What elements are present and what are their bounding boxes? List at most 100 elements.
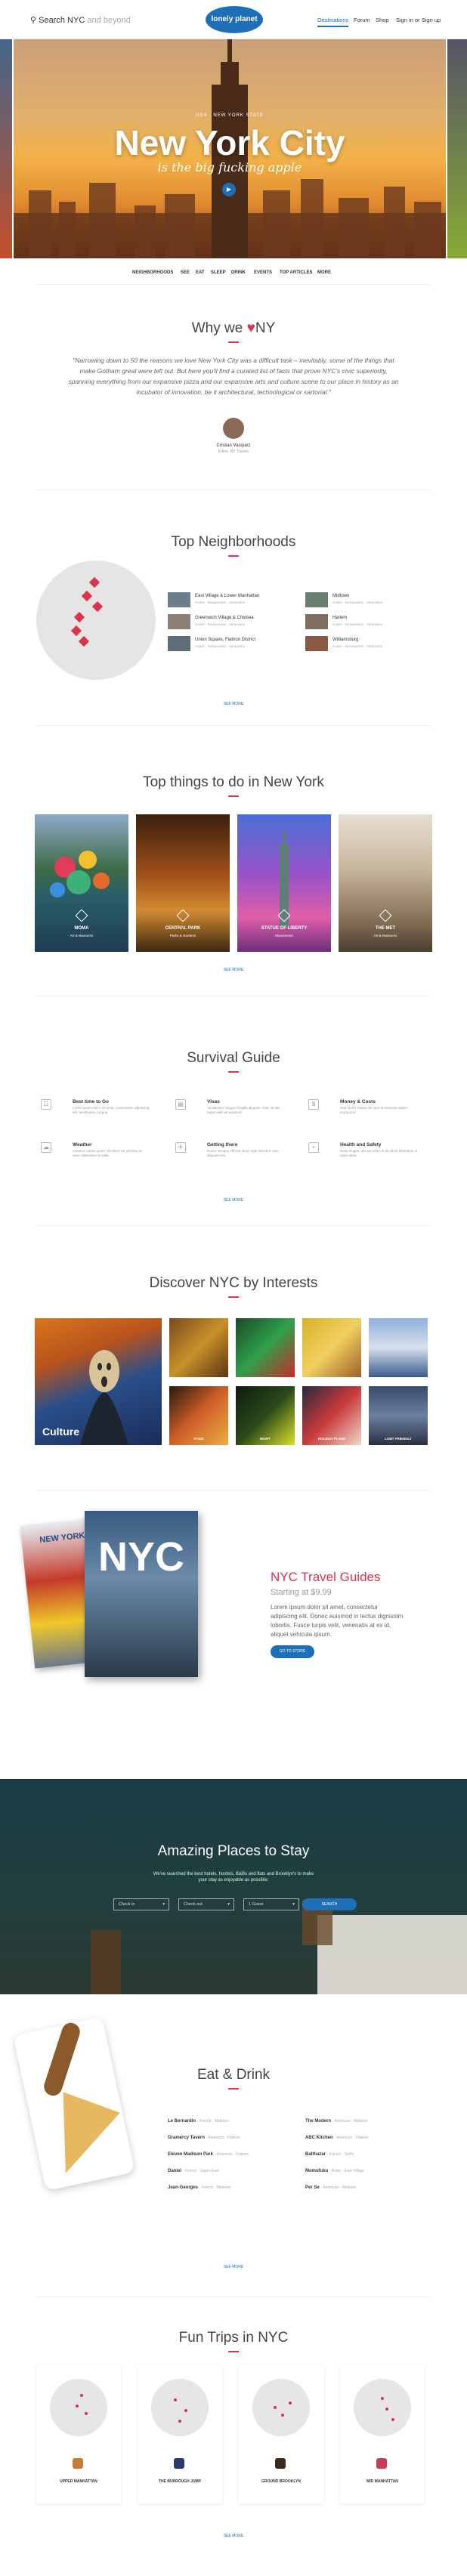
why-title: Why we ♥NY [191, 320, 276, 336]
trip-card[interactable]: THE BURROUGH JUMP [138, 2365, 222, 2503]
map-pin[interactable] [91, 601, 104, 613]
trip-card[interactable]: UPPER MANHATTAN [36, 2365, 121, 2503]
map-pin[interactable] [81, 590, 93, 602]
guests-select[interactable]: 1 Guest ▾ [243, 1898, 299, 1910]
restaurant-item[interactable]: The Modern · American · Midtown [305, 2119, 368, 2124]
nav-shop[interactable]: Shop [376, 17, 389, 23]
trip-card[interactable]: MID MANHATTAN [340, 2365, 425, 2503]
restaurant-item[interactable]: Le Bernardin · French · Midtown [168, 2119, 228, 2124]
chevron-down-icon: ▾ [162, 1902, 165, 1907]
heart-icon: ♥ [246, 320, 255, 336]
restaurant-item[interactable]: Eleven Madison Park · American · Flatiro… [168, 2152, 249, 2157]
top-bar: ⚲ Search NYC and beyond lonely planet De… [0, 0, 467, 39]
room-background [91, 1900, 467, 1994]
map-pin[interactable] [70, 625, 82, 637]
search-icon: ⚲ [30, 16, 37, 25]
subnav-neighborhoods[interactable]: NEIGHBORHOODS [132, 270, 173, 275]
guides-description: Lorem ipsum dolor sit amet, consectetur … [271, 1604, 404, 1638]
trip-icon [275, 2458, 286, 2469]
see-more-link[interactable]: SEE MORE [0, 2534, 467, 2538]
divider [36, 1225, 431, 1226]
see-more-link[interactable]: SEE MORE [0, 2265, 467, 2269]
interest-tile[interactable]: NIGHT [236, 1386, 295, 1445]
restaurant-item[interactable]: Daniel · French · Upper East [168, 2169, 219, 2173]
subnav-see[interactable]: SEE [181, 270, 190, 275]
trip-card[interactable]: GROUND BROOKLYN [239, 2365, 323, 2503]
nav-destinations[interactable]: Destinations [317, 17, 349, 27]
restaurant-item[interactable]: Jean-Georges · French · Midtown [168, 2185, 230, 2190]
restaurant-item[interactable]: Per Se · American · Midtown [305, 2185, 356, 2190]
map-pin[interactable] [73, 611, 85, 623]
subnav-more[interactable]: MORE [317, 270, 331, 275]
hero-next-slide[interactable] [447, 39, 467, 258]
trip-icon [174, 2458, 184, 2469]
hero-prev-slide[interactable] [0, 39, 12, 258]
thing-card[interactable]: CENTRAL PARK Parks & Gardens [136, 814, 230, 952]
quote-author: Cristian Vasquez [216, 443, 251, 448]
interest-tile[interactable] [369, 1318, 428, 1377]
subnav-sleep[interactable]: SLEEP [211, 270, 226, 275]
subnav-drink[interactable]: DRINK [231, 270, 246, 275]
search-input[interactable]: ⚲ Search NYC and beyond [30, 15, 131, 25]
lonely-planet-logo[interactable]: lonely planet [206, 6, 263, 33]
divider [36, 2296, 431, 2297]
map-pin[interactable] [78, 635, 90, 647]
editor-quote: "Narrowing down to 50 the reasons we lov… [68, 357, 399, 396]
map-pin[interactable] [88, 576, 101, 588]
check-in-select[interactable]: Check in ▾ [113, 1898, 169, 1910]
trip-icon [73, 2458, 83, 2469]
eat-title: Eat & Drink [196, 2067, 271, 2083]
interest-tile[interactable]: HOLIDAY PLANS [302, 1386, 361, 1445]
weather-icon: ☁ [41, 1142, 51, 1153]
divider [36, 284, 431, 285]
title-accent [228, 2351, 239, 2352]
interest-tile[interactable]: FOOD [169, 1386, 228, 1445]
thing-card[interactable]: MOMA Art & Museums [35, 814, 128, 952]
subnav-eat[interactable]: EAT [196, 270, 205, 275]
see-more-link[interactable]: SEE MORE [0, 702, 467, 706]
trip-map [354, 2379, 411, 2436]
divider [36, 725, 431, 726]
nav-sign-in[interactable]: Sign in or Sign up [396, 17, 441, 23]
interest-tile[interactable] [169, 1318, 228, 1377]
passport-icon: ▤ [175, 1099, 186, 1110]
title-accent [228, 555, 239, 557]
interest-tile[interactable] [302, 1318, 361, 1377]
subnav-events[interactable]: EVENTS [254, 270, 272, 275]
interest-featured[interactable]: Culture [35, 1318, 162, 1445]
title-accent [228, 1296, 239, 1298]
nav-forum[interactable]: Forum [354, 17, 370, 23]
restaurant-item[interactable]: Momofuku · Asian · East Village [305, 2169, 364, 2173]
restaurant-item[interactable]: Gramercy Tavern · American · Flatiron [168, 2136, 240, 2140]
check-out-select[interactable]: Check out ▾ [178, 1898, 234, 1910]
search-placeholder: and beyond [87, 16, 131, 25]
search-label: Search NYC [39, 16, 85, 25]
see-more-link[interactable]: SEE MORE [0, 968, 467, 972]
search-stay-button[interactable]: SEARCH [302, 1898, 357, 1910]
trip-map [151, 2379, 209, 2436]
survival-title: Survival Guide [187, 1050, 280, 1066]
stay-section: Amazing Places to Stay We've searched th… [0, 1779, 467, 1994]
restaurant-item[interactable]: Balthazar · French · SoHo [305, 2152, 354, 2157]
title-accent [228, 795, 239, 797]
diamond-icon [379, 909, 392, 922]
subnav-top-articles[interactable]: TOP ARTICLES [280, 270, 313, 275]
thing-card[interactable]: THE MET Art & Museums [339, 814, 432, 952]
chevron-down-icon: ▾ [227, 1902, 230, 1907]
diamond-icon [176, 909, 190, 922]
restaurant-item[interactable]: ABC Kitchen · American · Flatiron [305, 2136, 368, 2140]
neighborhood-map[interactable] [36, 561, 156, 680]
guide-book-front[interactable]: NYC [85, 1511, 198, 1677]
interest-tile[interactable] [236, 1318, 295, 1377]
stay-description: We've searched the best hotels, hostels,… [153, 1872, 314, 1883]
health-icon: + [308, 1142, 319, 1153]
interest-tile[interactable]: LGBT FRIENDLY [369, 1386, 428, 1445]
play-video-button[interactable]: ▶ [222, 183, 236, 196]
avatar [223, 418, 244, 439]
go-to-store-button[interactable]: GO TO STORE [271, 1645, 314, 1658]
plane-icon: ✈ [175, 1142, 186, 1153]
see-more-link[interactable]: SEE MORE [0, 1198, 467, 1203]
thing-card[interactable]: STATUE OF LIBERTY Monuments [237, 814, 331, 952]
hero-title: New York City [114, 123, 345, 162]
trip-icon [376, 2458, 387, 2469]
